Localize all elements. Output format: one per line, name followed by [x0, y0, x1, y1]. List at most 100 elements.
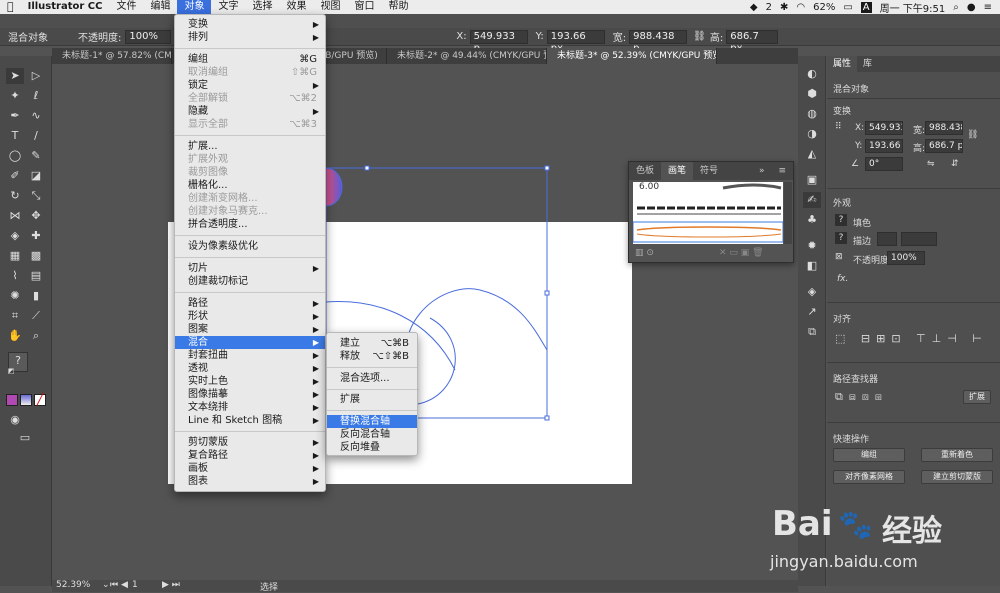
- menu-item-live-paint[interactable]: 实时上色 ▶: [175, 375, 325, 388]
- menu-item-shape[interactable]: 形状 ▶: [175, 310, 325, 323]
- zoom-level[interactable]: 52.39%: [56, 580, 90, 590]
- menu-item-path[interactable]: 路径 ▶: [175, 297, 325, 310]
- blend-reverse-spine[interactable]: 反向混合轴: [327, 428, 417, 441]
- menu-item-pixel-perfect[interactable]: 设为像素级优化: [175, 240, 325, 253]
- object-type: 混合对象: [833, 85, 870, 95]
- menu-item-arrange[interactable]: 排列 ▶: [175, 31, 325, 44]
- gradient-panel-icon[interactable]: ◭: [803, 146, 821, 162]
- menu-separator: [327, 410, 417, 411]
- menu-item-image-trace[interactable]: 图像描摹 ▶: [175, 388, 325, 401]
- constrain-link-icon[interactable]: ⛓: [967, 130, 978, 140]
- artboard-number[interactable]: 1: [132, 580, 138, 590]
- blend-replace-spine[interactable]: 替换混合轴: [327, 415, 417, 428]
- tab-libraries[interactable]: 库: [857, 56, 878, 72]
- menu-item-clipping-mask[interactable]: 剪切蒙版 ▶: [175, 436, 325, 449]
- blend-release[interactable]: 释放 ⌥⇧⌘B: [327, 350, 417, 363]
- align-pixel-grid-button[interactable]: 对齐像素网格: [833, 470, 905, 484]
- panel-collapse-icon[interactable]: »: [752, 162, 772, 180]
- menu-item-group[interactable]: 编组 ⌘G: [175, 53, 325, 66]
- group-button[interactable]: 编组: [833, 448, 905, 462]
- menu-item-blend[interactable]: 混合 ▶: [175, 336, 325, 349]
- prop-w-field[interactable]: 988.438: [925, 121, 963, 135]
- transparency-icon[interactable]: ◧: [803, 258, 821, 274]
- menu-separator: [327, 389, 417, 390]
- prop-x-field[interactable]: 549.933: [865, 121, 903, 135]
- next-artboard-icon[interactable]: ▶ ⏭: [162, 580, 180, 590]
- tab-properties[interactable]: 属性: [827, 56, 858, 72]
- blend-options[interactable]: 混合选项...: [327, 372, 417, 385]
- flip-vertical-icon[interactable]: ⇵: [951, 159, 959, 169]
- brush-size: 6.00: [639, 182, 660, 192]
- align-buttons-icon[interactable]: ⬚ ⊟⊞⊡ ⊤⊥⊣ ⊢: [835, 332, 988, 345]
- menu-item-lock[interactable]: 锁定 ▶: [175, 79, 325, 92]
- menu-item-graph[interactable]: 图表 ▶: [175, 475, 325, 488]
- menu-item-envelope-distort[interactable]: 封套扭曲 ▶: [175, 349, 325, 362]
- current-tool: 选择: [260, 583, 279, 593]
- flip-horizontal-icon[interactable]: ⇋: [927, 159, 935, 169]
- divider: [827, 98, 1000, 99]
- handle-top-right[interactable]: [544, 165, 550, 171]
- panel-menu-icon[interactable]: ≡: [771, 162, 793, 180]
- graphic-styles-icon[interactable]: ▣: [803, 172, 821, 188]
- pathfinder-expand-button[interactable]: 扩展: [963, 390, 991, 404]
- tab-symbols[interactable]: 符号: [693, 162, 725, 180]
- reference-point-icon[interactable]: ⠿: [835, 122, 842, 132]
- clipping-mask-button[interactable]: 建立剪切蒙版: [921, 470, 993, 484]
- prop-w-label: 宽:: [913, 126, 926, 136]
- quick-actions-title: 快速操作: [833, 435, 870, 445]
- menu-item-pattern[interactable]: 图案 ▶: [175, 323, 325, 336]
- brushes-panel-icon[interactable]: ✍: [803, 192, 821, 208]
- zoom-dropdown-icon[interactable]: ⌄: [102, 580, 110, 590]
- handle-bottom-right[interactable]: [544, 415, 550, 421]
- prop-y-field[interactable]: 193.66 p: [865, 139, 903, 153]
- appearance-icon[interactable]: ✹: [803, 238, 821, 254]
- menu-item-line-sketch[interactable]: Line 和 Sketch 图稿 ▶: [175, 414, 325, 427]
- color-guide-icon[interactable]: ⬢: [803, 86, 821, 102]
- tab-brushes[interactable]: 画笔: [661, 162, 694, 180]
- blend-reverse-front-to-back[interactable]: 反向堆叠: [327, 441, 417, 454]
- menu-item-flatten-transparency[interactable]: 拼合透明度...: [175, 218, 325, 231]
- brush-list-scrollbar[interactable]: [784, 182, 792, 244]
- blend-expand[interactable]: 扩展: [327, 393, 417, 406]
- opacity-field[interactable]: 100%: [887, 251, 925, 265]
- stroke-swatch-icon[interactable]: ?: [835, 232, 847, 244]
- recolor-button[interactable]: 重新着色: [921, 448, 993, 462]
- blend-circle[interactable]: [325, 167, 343, 207]
- menu-item-artboards[interactable]: 画板 ▶: [175, 462, 325, 475]
- menu-item-compound-path[interactable]: 复合路径 ▶: [175, 449, 325, 462]
- tab-swatches[interactable]: 色板: [629, 162, 661, 180]
- fx-button[interactable]: fx.: [837, 274, 848, 284]
- stroke-width-field[interactable]: [877, 232, 897, 246]
- prop-y-label: Y:: [855, 141, 863, 151]
- export-icon[interactable]: ↗: [803, 304, 821, 320]
- layers-icon[interactable]: ◈: [803, 284, 821, 300]
- menu-item-hide[interactable]: 隐藏 ▶: [175, 105, 325, 118]
- prop-h-label: 高:: [913, 144, 926, 154]
- menu-item-perspective[interactable]: 透视 ▶: [175, 362, 325, 375]
- handle-top-mid[interactable]: [364, 165, 370, 171]
- menu-item-slice[interactable]: 切片 ▶: [175, 262, 325, 275]
- menu-item-trim-marks[interactable]: 创建裁切标记: [175, 275, 325, 288]
- menu-item-ungroup: 取消编组 ⇧⌘G: [188, 67, 317, 78]
- blend-make[interactable]: 建立 ⌥⌘B: [327, 337, 417, 350]
- menu-item-text-wrap[interactable]: 文本绕排 ▶: [175, 401, 325, 414]
- prev-artboard-icon[interactable]: ⏮ ◀: [110, 580, 128, 590]
- menu-item-rasterize[interactable]: 栅格化...: [175, 179, 325, 192]
- prop-h-field[interactable]: 686.7 p: [925, 139, 963, 153]
- brush-actions-icon[interactable]: ✕ ▭ ▣ 🗑: [719, 248, 764, 258]
- artboards-panel-icon[interactable]: ⧉: [803, 324, 821, 340]
- symbols-panel-icon[interactable]: ♣: [803, 212, 821, 228]
- color-panel-icon[interactable]: ◐: [803, 66, 821, 82]
- pathfinder-buttons-icon[interactable]: ⧉⧈⧇⧆: [835, 390, 888, 404]
- stroke-panel-icon[interactable]: ◑: [803, 126, 821, 142]
- menu-item-transform[interactable]: 变换 ▶: [175, 18, 325, 31]
- stroke-weight-dropdown[interactable]: [901, 232, 937, 246]
- brush-library-icon[interactable]: ▥ ⊙: [635, 248, 654, 258]
- blend-path-c[interactable]: [405, 288, 548, 391]
- menu-item-expand[interactable]: 扩展...: [175, 140, 325, 153]
- swatches-icon[interactable]: ◍: [803, 106, 821, 122]
- handle-mid-right[interactable]: [544, 290, 550, 296]
- angle-field[interactable]: 0°: [865, 157, 903, 171]
- fill-swatch-icon[interactable]: ?: [835, 214, 847, 226]
- menu-separator: [175, 48, 325, 49]
